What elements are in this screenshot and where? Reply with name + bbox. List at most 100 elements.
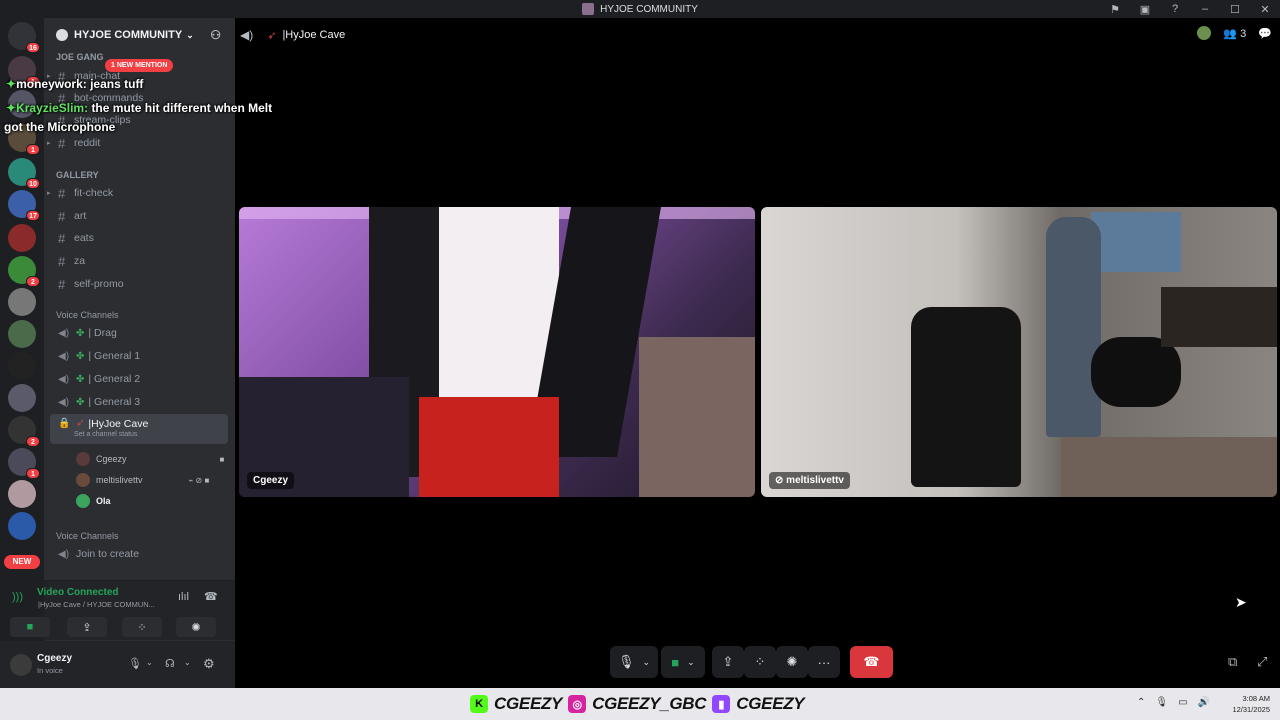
voice-channel-hyjoe-cave[interactable]: 🔒 ➶ |HyJoe Cave Set a channel status (50, 414, 228, 444)
participants-button[interactable]: 👥 3 (1223, 27, 1246, 40)
voice-connected-status[interactable]: Video Connected (37, 587, 119, 598)
video-camera-icon: ■ (671, 654, 680, 670)
channel-self-promo[interactable]: # self-promo (50, 274, 228, 294)
user-status: In voice (37, 666, 63, 675)
new-mention-pill[interactable]: 1 NEW MENTION (105, 59, 174, 72)
hash-icon: # (58, 253, 66, 269)
server-icon[interactable]: 1 (8, 448, 40, 479)
activities-button[interactable]: ⁘ (122, 617, 162, 637)
inbox-icon[interactable]: ⚑ (1100, 3, 1130, 16)
camera-toggle[interactable]: ■ ⌄ (661, 646, 705, 678)
voice-channel-join-to-create[interactable]: ◀) Join to create (50, 544, 228, 564)
user-avatar[interactable] (10, 654, 32, 676)
chevron-down-icon: ⌄ (186, 29, 194, 40)
voice-channel-general-3[interactable]: ◀) ✤ | General 3 (50, 392, 228, 412)
voice-location[interactable]: |HyJoe Cave / HYJOE COMMUN... (38, 600, 168, 609)
channel-art[interactable]: # art (50, 206, 228, 226)
microphone-icon[interactable]: 🎙 (1155, 697, 1168, 708)
server-icon[interactable]: 17 (8, 190, 40, 221)
chevron-down-icon: ⌄ (687, 656, 695, 667)
channel-fit-check[interactable]: ▸ # fit-check (47, 183, 228, 203)
video-tile[interactable]: ⊘ meltislivettv (761, 207, 1277, 497)
monitor-icon[interactable]: ▣ (1130, 3, 1160, 16)
user-name[interactable]: Cgeezy (37, 653, 72, 664)
activities-button[interactable]: ⁘ (744, 646, 776, 678)
server-icon[interactable]: 2 (8, 256, 40, 287)
activity-avatar-icon[interactable] (1197, 26, 1212, 40)
scene-office-chair (911, 307, 1021, 487)
clock[interactable]: 3:08 AM 12/31/2025 (1232, 693, 1270, 715)
invite-people-icon[interactable]: ⚇ (210, 28, 221, 42)
scene-shorts (419, 397, 559, 497)
category-gallery[interactable]: GALLERY (56, 170, 99, 180)
server-icon[interactable]: 2 (8, 416, 40, 447)
screenshare-button[interactable]: ⇪ (712, 646, 744, 678)
close-button[interactable]: ✕ (1250, 3, 1280, 16)
speaker-icon: ◀) (58, 373, 70, 385)
fullscreen-icon[interactable]: ⤢ (1257, 654, 1267, 670)
headphones-icon[interactable]: ☊ (165, 657, 175, 670)
disconnect-icon[interactable]: ☎ (204, 590, 218, 603)
voice-member[interactable]: meltislivettv ⌁ ⊘ ■ (76, 471, 209, 489)
category-joe-gang[interactable]: JOE GANG (56, 52, 104, 62)
microphone-icon[interactable]: 🎙 (128, 657, 142, 670)
rocket-icon: ➶ (267, 29, 277, 42)
more-options-button[interactable]: ··· (808, 646, 840, 678)
server-icon[interactable] (8, 384, 36, 412)
chevron-down-icon[interactable]: ⌄ (184, 658, 191, 667)
voice-member[interactable]: Cgeezy ■ (76, 450, 224, 468)
call-channel-name: |HyJoe Cave (282, 29, 346, 41)
voice-channel-drag[interactable]: ◀) ✤ | Drag (50, 323, 228, 343)
server-icon[interactable] (8, 320, 36, 348)
chat-bubble-icon[interactable]: 💬 (1258, 27, 1272, 40)
new-server-pill[interactable]: NEW (4, 555, 40, 569)
rail-badge: 2 (26, 276, 40, 287)
speaker-icon: ◀) (58, 548, 70, 560)
system-tray: ⌃ 🎙 ▭ 🔊 (1137, 697, 1210, 708)
channel-eats[interactable]: # eats (50, 228, 228, 248)
chevron-up-icon[interactable]: ⌃ (1137, 697, 1145, 708)
microphone-toggle[interactable]: 🎙 ⌄ (610, 646, 658, 678)
channel-label: | General 1 (88, 350, 141, 362)
server-icon[interactable] (8, 512, 36, 540)
participant-nametag: ⊘ meltislivettv (769, 472, 850, 489)
video-tile[interactable]: Cgeezy (239, 207, 755, 497)
noise-suppression-icon[interactable]: ılıl (178, 591, 189, 603)
disconnect-call-button[interactable]: ☎ (850, 646, 893, 678)
chat-author: moneywork: (16, 77, 87, 91)
server-icon[interactable] (8, 352, 36, 380)
server-icon[interactable] (8, 480, 36, 508)
category-voice-channels[interactable]: Voice Channels (56, 310, 119, 320)
maximize-button[interactable]: ☐ (1220, 3, 1250, 16)
server-icon[interactable] (8, 224, 36, 252)
chevron-down-icon[interactable]: ⌄ (146, 658, 153, 667)
signal-icon[interactable]: ))) (12, 591, 23, 603)
server-header[interactable]: HYJOE COMMUNITY ⌄ ⚇ (44, 18, 235, 52)
muted-mic-icon: ⊘ (775, 475, 784, 486)
participant-nametag: Cgeezy (247, 472, 295, 489)
home-discord-icon[interactable]: 16 (8, 22, 40, 53)
channel-label: eats (74, 232, 94, 244)
network-icon[interactable]: ▭ (1178, 697, 1187, 708)
settings-gear-icon[interactable]: ⚙ (203, 656, 215, 672)
voice-channel-general-1[interactable]: ◀) ✤ | General 1 (50, 346, 228, 366)
server-icon[interactable]: 10 (8, 158, 40, 189)
soundboard-button[interactable]: ✺ (776, 646, 808, 678)
category-voice-channels-2[interactable]: Voice Channels (56, 531, 119, 541)
voice-member[interactable]: Ola (76, 492, 111, 510)
channel-reddit[interactable]: ▸ # reddit (47, 133, 228, 153)
channel-za[interactable]: # za (50, 251, 228, 271)
pop-out-icon[interactable]: ⧉ (1228, 654, 1237, 670)
screenshare-button[interactable]: ⇪ (67, 617, 107, 637)
soundboard-button[interactable]: ✺ (176, 617, 216, 637)
help-icon[interactable]: ? (1160, 3, 1190, 15)
server-icon[interactable] (8, 288, 36, 316)
minimize-button[interactable]: – (1190, 3, 1220, 15)
voice-channel-general-2[interactable]: ◀) ✤ | General 2 (50, 369, 228, 389)
channel-status[interactable]: Set a channel status (74, 431, 137, 438)
volume-icon[interactable]: 🔊 (1198, 697, 1210, 708)
chevron-down-icon: ⌄ (642, 656, 651, 667)
camera-button[interactable]: ■ (10, 617, 50, 637)
hash-icon: # (58, 135, 66, 151)
channel-label: za (74, 255, 86, 267)
